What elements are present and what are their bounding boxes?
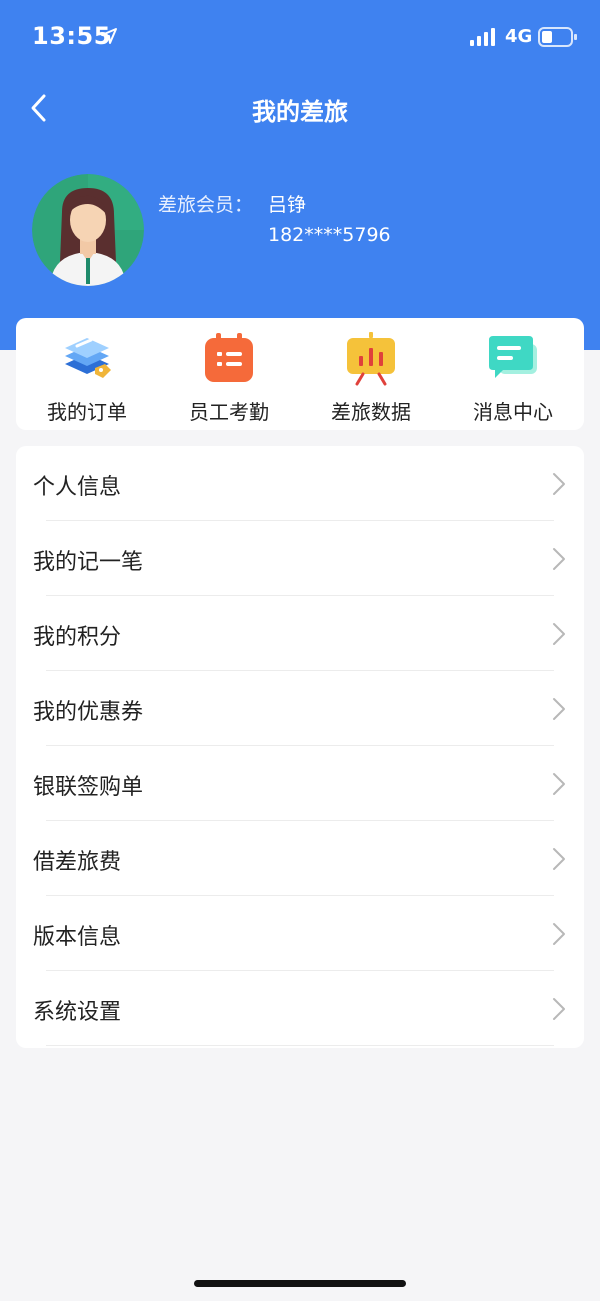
menu-item-label: 我的积分 xyxy=(33,625,122,650)
chevron-right-icon xyxy=(553,698,565,720)
menu-item-version-info[interactable]: 版本信息 xyxy=(16,896,584,971)
signal-icon xyxy=(470,28,495,46)
menu-item-points[interactable]: 我的积分 xyxy=(16,596,584,671)
avatar[interactable] xyxy=(32,174,144,286)
network-type: 4G xyxy=(505,26,533,47)
home-indicator[interactable] xyxy=(194,1280,406,1287)
chevron-right-icon xyxy=(553,473,565,495)
menu-item-unionpay-slips[interactable]: 银联签购单 xyxy=(16,746,584,821)
message-icon xyxy=(489,336,537,378)
page-title: 我的差旅 xyxy=(252,98,348,126)
quick-action-label: 我的订单 xyxy=(47,400,127,424)
menu-item-travel-advance[interactable]: 借差旅费 xyxy=(16,821,584,896)
quick-action-label: 员工考勤 xyxy=(189,400,269,424)
menu-item-personal-info[interactable]: 个人信息 xyxy=(16,446,584,521)
quick-action-travel-data[interactable]: 差旅数据 xyxy=(300,318,442,430)
quick-action-attendance[interactable]: 员工考勤 xyxy=(158,318,300,430)
nav-bar: 我的差旅 xyxy=(0,80,600,136)
menu-item-label: 银联签购单 xyxy=(33,775,144,800)
menu-item-label: 系统设置 xyxy=(33,1000,122,1025)
member-label: 差旅会员： xyxy=(158,194,254,216)
chevron-right-icon xyxy=(553,773,565,795)
menu-item-label: 借差旅费 xyxy=(33,850,122,875)
settings-menu: 个人信息 我的记一笔 我的积分 我的优惠券 银联签购单 借差旅费 版本信息 系统… xyxy=(16,446,584,1048)
chevron-right-icon xyxy=(553,848,565,870)
battery-icon xyxy=(538,27,577,47)
orders-icon xyxy=(65,338,111,378)
menu-item-label: 我的记一笔 xyxy=(33,550,144,575)
chevron-right-icon xyxy=(553,998,565,1020)
quick-action-label: 差旅数据 xyxy=(331,400,411,424)
quick-action-orders[interactable]: 我的订单 xyxy=(16,318,158,430)
status-bar: 13:55 4G xyxy=(0,0,600,72)
quick-actions-card: 我的订单 员工考勤 差旅数据 消息中心 xyxy=(16,318,584,430)
data-chart-icon xyxy=(347,332,395,386)
menu-item-system-settings[interactable]: 系统设置 xyxy=(16,971,584,1046)
quick-action-message-center[interactable]: 消息中心 xyxy=(442,318,584,430)
member-phone: 182****5796 xyxy=(268,224,391,246)
location-arrow-icon xyxy=(101,28,117,44)
attendance-icon xyxy=(205,333,253,382)
member-name: 吕铮 xyxy=(268,194,307,216)
menu-item-label: 版本信息 xyxy=(33,925,122,950)
avatar-illustration xyxy=(32,174,144,286)
divider xyxy=(46,1045,554,1046)
chevron-right-icon xyxy=(553,548,565,570)
chevron-right-icon xyxy=(553,923,565,945)
menu-item-label: 我的优惠券 xyxy=(33,700,144,725)
menu-item-notes[interactable]: 我的记一笔 xyxy=(16,521,584,596)
menu-item-coupons[interactable]: 我的优惠券 xyxy=(16,671,584,746)
chevron-right-icon xyxy=(553,623,565,645)
menu-item-label: 个人信息 xyxy=(33,475,122,500)
quick-action-label: 消息中心 xyxy=(473,400,553,424)
